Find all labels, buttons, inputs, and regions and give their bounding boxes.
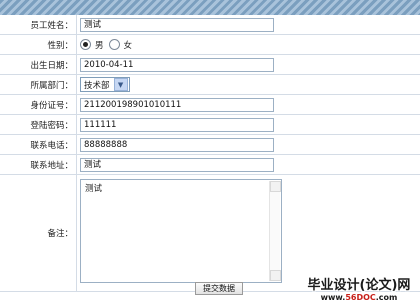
department-select[interactable]: 技术部 ▼: [80, 77, 130, 92]
row-password: 登陆密码： 111111: [0, 115, 420, 135]
row-name: 员工姓名： 测试: [0, 15, 420, 35]
submit-button[interactable]: 提交数据: [195, 282, 243, 295]
phone-label: 联系电话：: [0, 135, 73, 154]
phone-input[interactable]: 88888888: [80, 137, 274, 152]
address-input[interactable]: 测试: [80, 157, 274, 172]
row-phone: 联系电话： 88888888: [0, 135, 420, 155]
gender-female-radio[interactable]: [108, 39, 120, 50]
remark-label: 备注：: [0, 175, 73, 291]
header-stripe: [0, 0, 420, 15]
row-department: 所属部门： 技术部 ▼: [0, 75, 420, 95]
name-input[interactable]: 测试: [80, 17, 274, 32]
department-label: 所属部门：: [0, 75, 73, 94]
name-label: 员工姓名：: [0, 15, 73, 34]
password-label: 登陆密码：: [0, 115, 73, 134]
employee-form: 员工姓名： 测试 性别： 男 女 出生日期： 2010-04-11 所属部门： …: [0, 15, 420, 292]
id-number-input[interactable]: 211200198901010111: [80, 97, 274, 112]
row-birthday: 出生日期： 2010-04-11: [0, 55, 420, 75]
password-input[interactable]: 111111: [80, 117, 274, 132]
submit-row: 提交数据: [0, 280, 420, 296]
gender-label: 性别：: [0, 35, 73, 54]
address-label: 联系地址：: [0, 155, 73, 174]
scroll-up-icon[interactable]: [270, 181, 281, 192]
id-number-label: 身份证号：: [0, 95, 73, 114]
chevron-down-icon[interactable]: ▼: [113, 78, 128, 91]
department-selected-value: 技术部: [84, 80, 110, 91]
row-gender: 性别： 男 女: [0, 35, 420, 55]
row-remark: 备注： 测试: [0, 175, 420, 292]
gender-female-label: 女: [123, 40, 133, 51]
gender-male-radio[interactable]: [80, 39, 91, 50]
row-address: 联系地址： 测试: [0, 155, 420, 175]
birthday-label: 出生日期：: [0, 55, 73, 74]
gender-male-label: 男: [95, 40, 104, 51]
remark-textarea[interactable]: 测试: [80, 179, 282, 283]
birthday-input[interactable]: 2010-04-11: [80, 57, 274, 72]
row-id-number: 身份证号： 211200198901010111: [0, 95, 420, 115]
remark-scrollbar[interactable]: [269, 181, 281, 281]
remark-text: 测试: [85, 184, 103, 194]
